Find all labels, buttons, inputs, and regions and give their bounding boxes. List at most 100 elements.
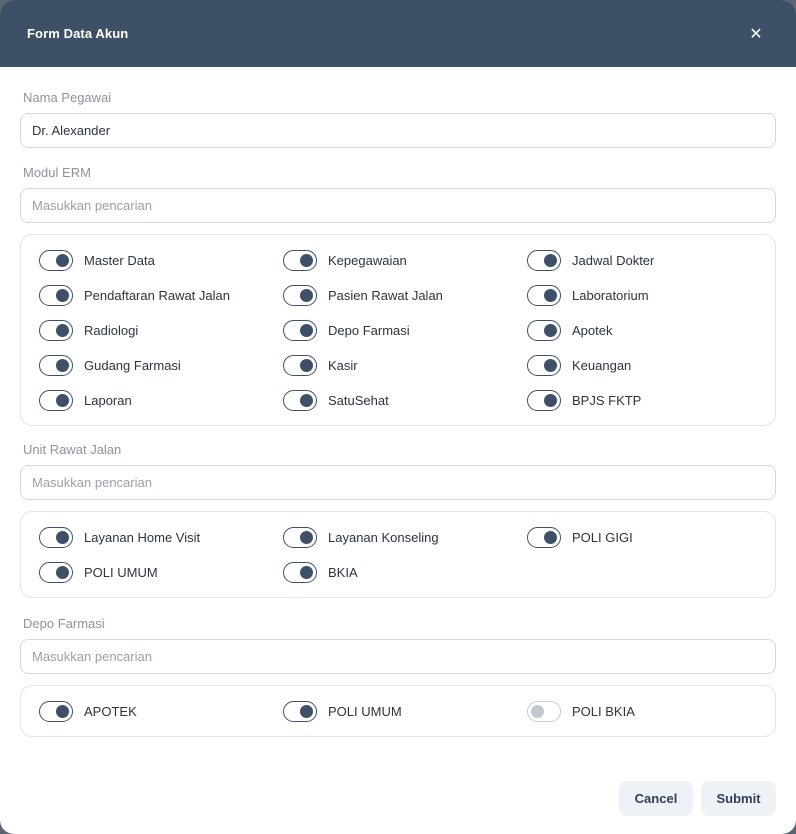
modal-title: Form Data Akun: [27, 26, 129, 41]
erm-module-toggle-item[interactable]: Jadwal Dokter: [527, 249, 771, 272]
erm-module-toggle-item[interactable]: Keuangan: [527, 354, 771, 377]
outpatient-unit-toggle-item[interactable]: BKIA: [283, 561, 527, 584]
toggle-knob: [531, 704, 544, 718]
erm-module-toggle-switch[interactable]: [283, 250, 317, 271]
outpatient-unit-list: Layanan Home Visit Layanan Konseling POLI …: [20, 511, 776, 598]
toggle-knob: [56, 358, 69, 372]
erm-module-toggle-switch[interactable]: [39, 285, 73, 306]
erm-module-toggle-switch[interactable]: [39, 355, 73, 376]
erm-module-toggle-switch[interactable]: [39, 250, 73, 271]
erm-module-toggle-label: Depo Farmasi: [328, 323, 410, 338]
outpatient-unit-toggle-item[interactable]: Layanan Konseling: [283, 526, 527, 549]
erm-module-toggle-switch[interactable]: [527, 320, 561, 341]
submit-button[interactable]: Submit: [701, 781, 776, 816]
pharmacy-depot-toggle-switch[interactable]: [39, 701, 73, 722]
toggle-knob: [56, 393, 69, 407]
erm-module-toggle-item[interactable]: Depo Farmasi: [283, 319, 527, 342]
toggle-knob: [300, 393, 313, 407]
employee-name-input[interactable]: [20, 113, 776, 148]
toggle-knob: [544, 253, 557, 267]
erm-module-toggle-item[interactable]: Pendaftaran Rawat Jalan: [39, 284, 283, 307]
toggle-knob: [544, 358, 557, 372]
erm-module-toggle-item[interactable]: Pasien Rawat Jalan: [283, 284, 527, 307]
erm-module-toggle-item[interactable]: Radiologi: [39, 319, 283, 342]
modal-header: Form Data Akun ✕: [0, 0, 796, 67]
toggle-knob: [544, 393, 557, 407]
toggle-knob: [300, 358, 313, 372]
outpatient-search-input[interactable]: [20, 465, 776, 500]
erm-module-toggle-label: Apotek: [572, 323, 613, 338]
toggle-knob: [544, 288, 557, 302]
erm-module-toggle-switch[interactable]: [39, 390, 73, 411]
erm-module-toggle-label: Keuangan: [572, 358, 632, 373]
pharmacy-search-input[interactable]: [20, 639, 776, 674]
toggle-knob: [56, 253, 69, 267]
outpatient-unit-label: Unit Rawat Jalan: [23, 442, 122, 457]
outpatient-unit-toggle-switch[interactable]: [283, 527, 317, 548]
erm-module-toggle-switch[interactable]: [283, 390, 317, 411]
erm-module-toggle-switch[interactable]: [527, 285, 561, 306]
cancel-button[interactable]: Cancel: [619, 781, 693, 816]
pharmacy-depot-toggle-label: POLI UMUM: [328, 704, 402, 719]
modal-body: Nama Pegawai Modul ERM Master Data Kepega…: [0, 67, 796, 737]
pharmacy-depot-toggle-switch[interactable]: [527, 701, 561, 722]
erm-module-toggle-item[interactable]: Kepegawaian: [283, 249, 527, 272]
erm-module-toggle-item[interactable]: Apotek: [527, 319, 771, 342]
erm-module-toggle-switch[interactable]: [283, 355, 317, 376]
outpatient-unit-toggle-item[interactable]: POLI GIGI: [527, 526, 771, 549]
outpatient-unit-toggle-label: BKIA: [328, 565, 358, 580]
erm-module-toggle-item[interactable]: Master Data: [39, 249, 283, 272]
pharmacy-depot-toggle-item[interactable]: POLI BKIA: [527, 700, 771, 723]
toggle-knob: [300, 704, 313, 718]
outpatient-unit-toggle-switch[interactable]: [39, 527, 73, 548]
erm-module-toggle-label: Gudang Farmasi: [84, 358, 181, 373]
erm-module-list: Master Data Kepegawaian Jadwal Dokter Penda…: [20, 234, 776, 426]
erm-module-toggle-switch[interactable]: [283, 320, 317, 341]
pharmacy-depot-toggle-item[interactable]: APOTEK: [39, 700, 283, 723]
pharmacy-depot-toggle-item[interactable]: POLI UMUM: [283, 700, 527, 723]
erm-module-toggle-label: Kepegawaian: [328, 253, 407, 268]
pharmacy-depot-toggle-switch[interactable]: [283, 701, 317, 722]
outpatient-unit-toggle-switch[interactable]: [39, 562, 73, 583]
outpatient-unit-toggle-switch[interactable]: [283, 562, 317, 583]
toggle-knob: [56, 323, 69, 337]
erm-module-toggle-label: Laboratorium: [572, 288, 649, 303]
erm-module-toggle-label: Laporan: [84, 393, 132, 408]
erm-module-toggle-label: Master Data: [84, 253, 155, 268]
erm-module-toggle-switch[interactable]: [283, 285, 317, 306]
outpatient-unit-toggle-item[interactable]: Layanan Home Visit: [39, 526, 283, 549]
erm-module-toggle-item[interactable]: Laboratorium: [527, 284, 771, 307]
toggle-knob: [56, 530, 69, 544]
toggle-knob: [300, 323, 313, 337]
erm-module-toggle-switch[interactable]: [527, 250, 561, 271]
employee-name-label: Nama Pegawai: [23, 90, 112, 105]
erm-module-toggle-label: Pendaftaran Rawat Jalan: [84, 288, 230, 303]
toggle-knob: [300, 530, 313, 544]
erm-module-toggle-switch[interactable]: [39, 320, 73, 341]
erm-search-input[interactable]: [20, 188, 776, 223]
erm-module-toggle-item[interactable]: BPJS FKTP: [527, 389, 771, 412]
outpatient-unit-toggle-label: POLI UMUM: [84, 565, 158, 580]
pharmacy-depot-grid: APOTEK POLI UMUM POLI BKIA: [39, 700, 775, 723]
outpatient-unit-toggle-switch[interactable]: [527, 527, 561, 548]
toggle-knob: [544, 530, 557, 544]
erm-module-toggle-label: Jadwal Dokter: [572, 253, 655, 268]
erm-module-toggle-item[interactable]: Gudang Farmasi: [39, 354, 283, 377]
toggle-knob: [544, 323, 557, 337]
toggle-knob: [300, 565, 313, 579]
outpatient-unit-toggle-item[interactable]: POLI UMUM: [39, 561, 283, 584]
pharmacy-depot-label: Depo Farmasi: [23, 616, 105, 631]
erm-module-toggle-switch[interactable]: [527, 390, 561, 411]
close-icon[interactable]: ✕: [746, 24, 766, 44]
erm-module-toggle-item[interactable]: Kasir: [283, 354, 527, 377]
toggle-knob: [56, 288, 69, 302]
erm-module-toggle-item[interactable]: Laporan: [39, 389, 283, 412]
erm-module-toggle-item[interactable]: SatuSehat: [283, 389, 527, 412]
toggle-knob: [56, 704, 69, 718]
erm-module-toggle-switch[interactable]: [527, 355, 561, 376]
erm-module-toggle-label: Kasir: [328, 358, 358, 373]
pharmacy-depot-toggle-label: APOTEK: [84, 704, 137, 719]
erm-module-label: Modul ERM: [23, 165, 91, 180]
pharmacy-depot-toggle-label: POLI BKIA: [572, 704, 635, 719]
erm-module-toggle-label: Radiologi: [84, 323, 139, 338]
